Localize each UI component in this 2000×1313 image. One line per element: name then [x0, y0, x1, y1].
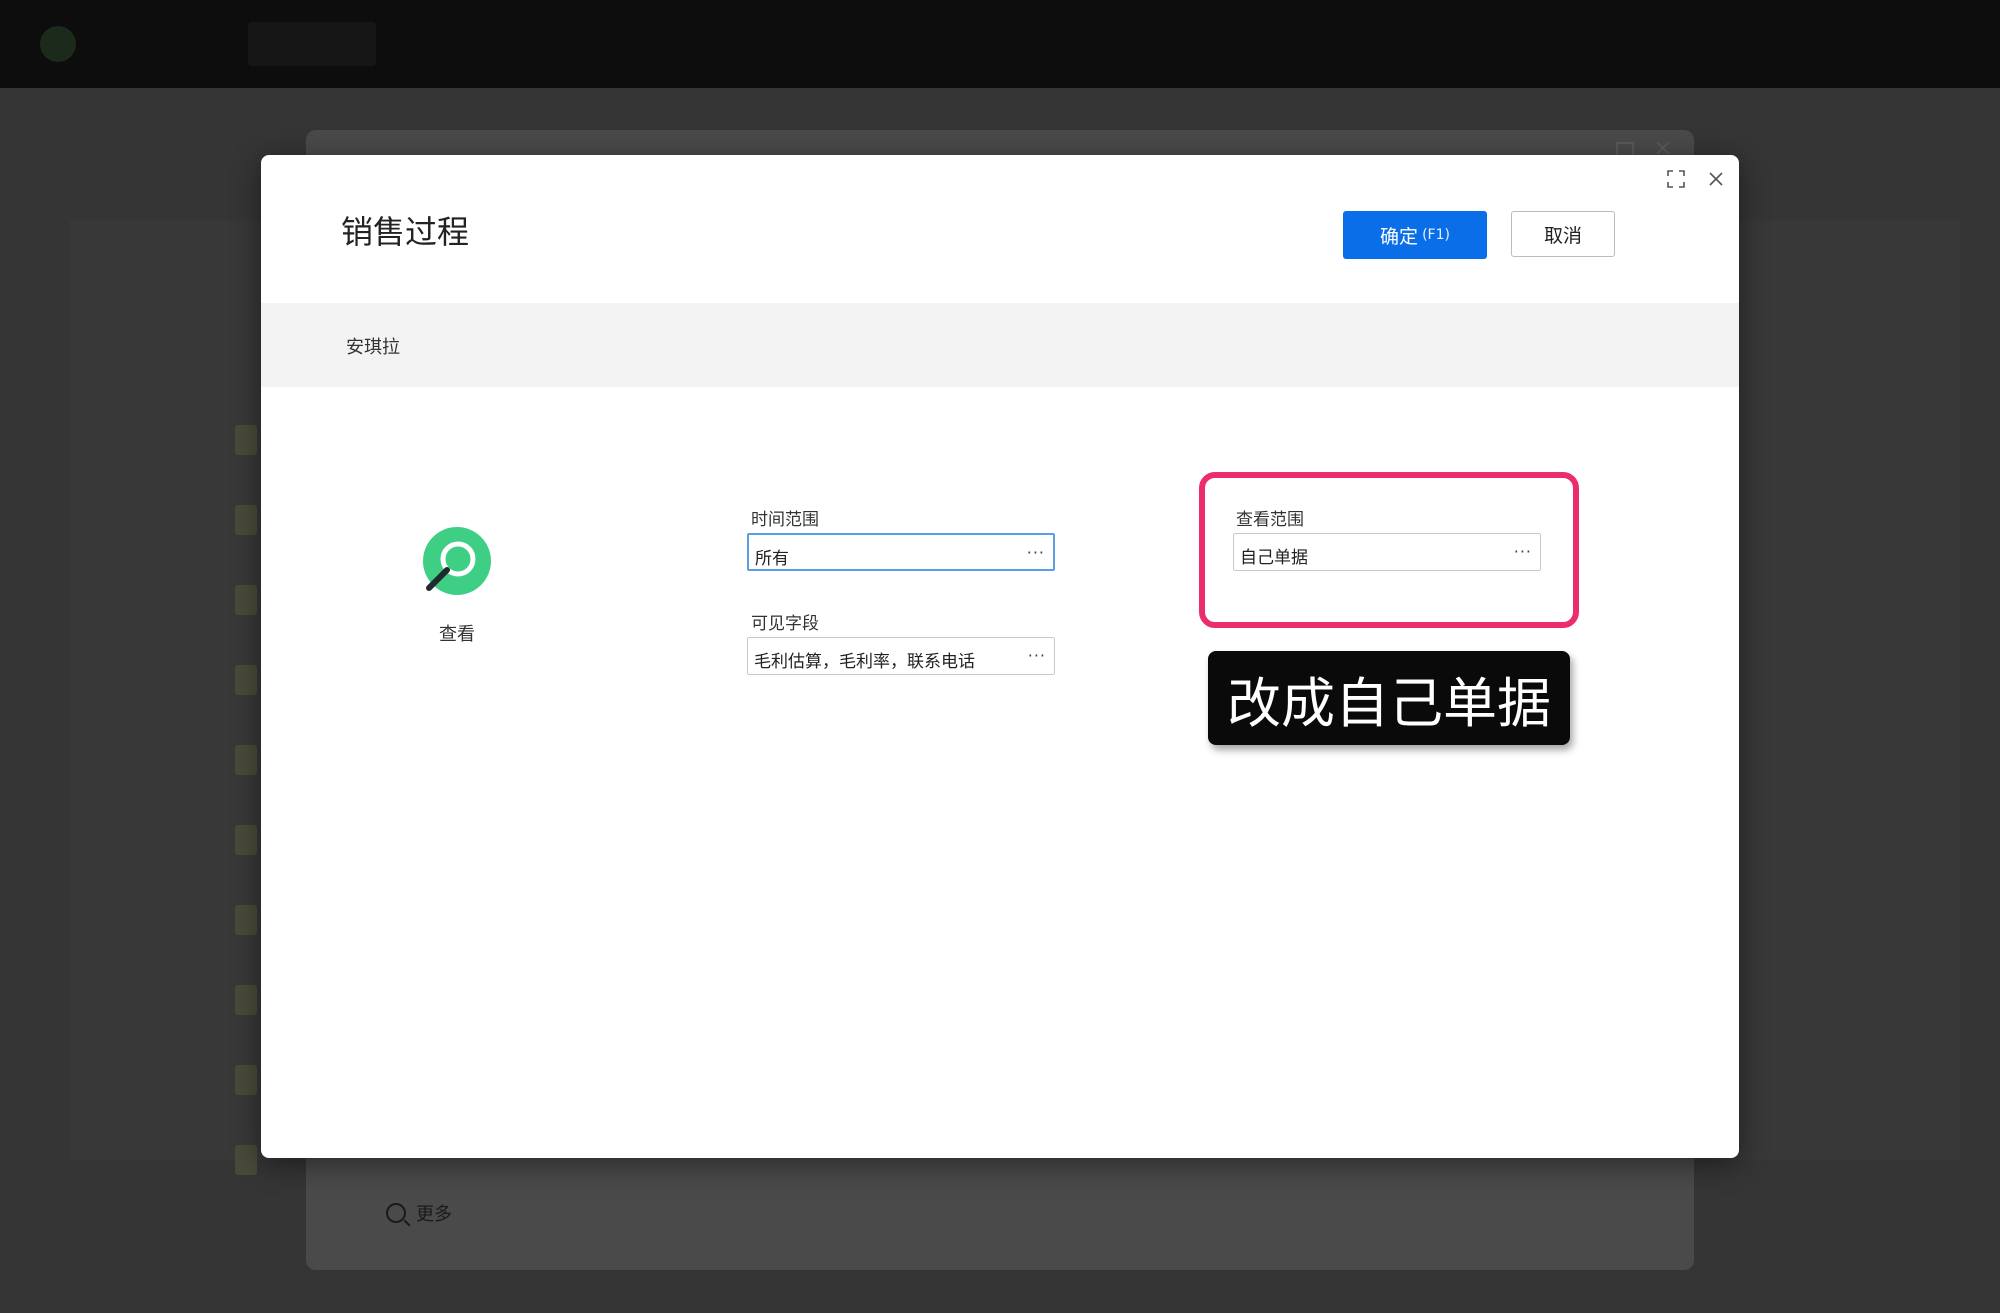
app-tab [248, 22, 376, 66]
app-logo-icon [40, 26, 76, 62]
permission-dialog: 销售过程 确定 (F1) 取消 安琪拉 查看 时间范围 所有 ··· 可见字段 … [261, 155, 1739, 1158]
confirm-hotkey: (F1) [1422, 227, 1450, 243]
more-options-icon[interactable]: ··· [1028, 646, 1046, 665]
more-label: 更多 [416, 1204, 452, 1225]
row-avatar [235, 905, 257, 935]
user-name: 安琪拉 [346, 337, 400, 358]
dialog-title: 销售过程 [341, 213, 470, 251]
visible-fields-label: 可见字段 [751, 614, 819, 634]
permission-label: 查看 [439, 624, 475, 645]
visible-fields-value: 毛利估算，毛利率，联系电话 [754, 652, 975, 672]
time-range-value: 所有 [755, 549, 789, 569]
cancel-button[interactable]: 取消 [1511, 211, 1615, 257]
row-avatar [235, 425, 257, 455]
row-avatar [235, 1145, 257, 1175]
expand-icon[interactable] [1667, 170, 1685, 188]
row-avatar [235, 1065, 257, 1095]
search-icon [386, 1203, 406, 1223]
row-avatar [235, 585, 257, 615]
row-avatar [235, 745, 257, 775]
row-avatar [235, 825, 257, 855]
more-button[interactable]: 更多 [386, 1200, 452, 1226]
more-options-icon[interactable]: ··· [1027, 543, 1045, 562]
close-icon[interactable] [1706, 169, 1726, 189]
row-avatar [235, 505, 257, 535]
annotation-callout: 改成自己单据 [1208, 651, 1570, 745]
search-icon[interactable] [423, 527, 491, 595]
time-range-label: 时间范围 [751, 510, 819, 530]
confirm-button[interactable]: 确定 (F1) [1343, 211, 1487, 259]
user-band: 安琪拉 [261, 303, 1739, 387]
visible-fields-field[interactable]: 毛利估算，毛利率，联系电话 ··· [747, 637, 1055, 675]
confirm-label: 确定 [1380, 225, 1419, 248]
annotation-highlight-box [1199, 472, 1579, 628]
row-avatar [235, 665, 257, 695]
app-topbar [0, 0, 2000, 88]
time-range-field[interactable]: 所有 ··· [747, 533, 1055, 571]
row-avatar [235, 985, 257, 1015]
